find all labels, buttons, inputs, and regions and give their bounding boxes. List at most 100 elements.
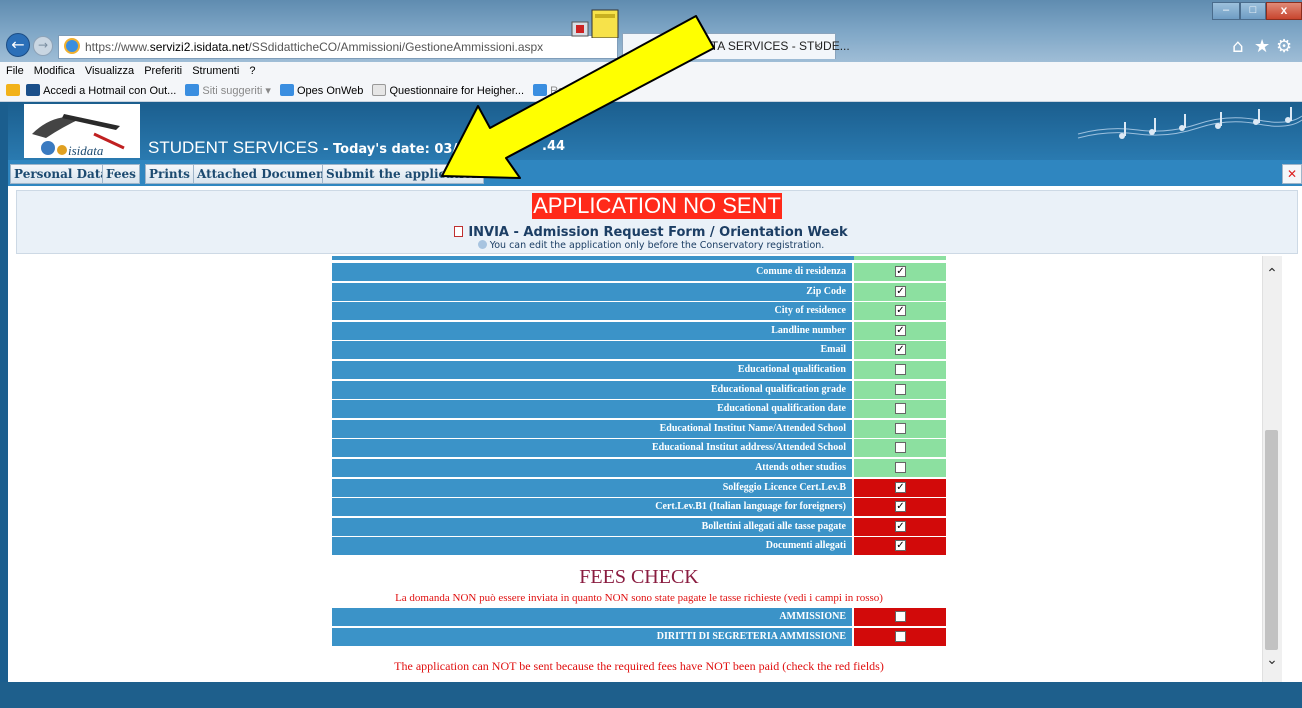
header-title-text: STUDENT SERVICES	[148, 138, 319, 157]
favorite-label: Opes OnWeb	[296, 85, 364, 97]
empty-checkbox[interactable]	[895, 403, 906, 415]
checked-checkbox[interactable]: ✓	[895, 520, 906, 532]
table-row: DIRITTI DI SEGRETERIA AMMISSIONE	[332, 628, 946, 647]
url-host: servizi2.isidata.net	[149, 40, 249, 54]
field-label: Educational qualification grade	[332, 380, 852, 399]
form-title-text: INVIA - Admission Request Form / Orienta…	[468, 225, 848, 240]
field-status-cell: ✓	[854, 537, 946, 556]
gear-icon[interactable]: ⚙	[1276, 36, 1292, 57]
field-label: Email	[332, 341, 852, 360]
table-row: Documenti allegati ✓	[332, 537, 946, 556]
checked-checkbox[interactable]: ✓	[895, 344, 906, 356]
ie-icon	[279, 84, 294, 96]
field-label: Bollettini allegati alle tasse pagate	[332, 517, 852, 536]
field-status-cell: ✓	[854, 517, 946, 536]
scroll-up-icon[interactable]: ⌃	[1262, 266, 1282, 286]
ie-icon	[64, 38, 80, 54]
empty-checkbox[interactable]	[895, 462, 906, 473]
field-status-cell: ✓	[854, 263, 946, 281]
checked-checkbox[interactable]: ✓	[895, 285, 906, 297]
tab-prints[interactable]: Prints	[145, 164, 194, 184]
table-row: Cert.Lev.B1 (Italian language for foreig…	[332, 498, 946, 517]
fees-title: FEES CHECK	[579, 566, 699, 588]
info-note: You can edit the application only before…	[0, 240, 1302, 251]
empty-checkbox[interactable]	[895, 364, 906, 375]
field-label: Educational qualification	[332, 361, 852, 379]
field-status-cell	[854, 439, 946, 458]
checked-checkbox[interactable]: ✓	[895, 305, 906, 317]
empty-checkbox[interactable]	[895, 442, 906, 454]
tab-personal-data[interactable]: Personal Data	[10, 164, 113, 184]
tab-attached-documents[interactable]: Attached Documents	[193, 164, 341, 184]
field-label: Cert.Lev.B1 (Italian language for foreig…	[332, 498, 852, 517]
clipped-row-check	[854, 256, 946, 260]
field-label: Educational qualification date	[332, 400, 852, 419]
menu-modifica[interactable]: Modifica	[34, 65, 75, 77]
field-label: DIRITTI DI SEGRETERIA AMMISSIONE	[332, 628, 852, 646]
checked-checkbox[interactable]: ✓	[895, 324, 906, 336]
field-label: Attends other studios	[332, 459, 852, 477]
checked-checkbox[interactable]: ✓	[895, 540, 906, 552]
exit-icon[interactable]: ✕	[1282, 164, 1302, 184]
menu-help[interactable]: ?	[249, 65, 255, 77]
back-arrow-icon[interactable]: ←	[6, 33, 30, 57]
scroll-down-icon[interactable]: ⌄	[1262, 652, 1282, 672]
favorites-star-icon[interactable]	[6, 84, 20, 96]
favorite-siti-suggeriti[interactable]: Siti suggeriti ▾	[185, 80, 271, 102]
menu-file[interactable]: File	[6, 65, 24, 77]
table-row: City of residence ✓	[332, 302, 946, 321]
checked-checkbox[interactable]: ✓	[895, 266, 906, 277]
maximize-button[interactable]: □	[1240, 2, 1266, 20]
favorite-opes-onweb[interactable]: Opes OnWeb	[279, 80, 364, 102]
field-status-cell: ✓	[854, 341, 946, 360]
favorite-label: Siti suggeriti ▾	[202, 85, 271, 97]
yellow-arrow-annotation	[441, 15, 715, 179]
table-row: Landline number ✓	[332, 321, 946, 341]
empty-checkbox[interactable]	[895, 611, 906, 622]
table-row: Educational Institut Name/Attended Schoo…	[332, 419, 946, 439]
field-status-cell	[854, 361, 946, 379]
info-note-text: You can edit the application only before…	[489, 240, 825, 251]
close-window-button[interactable]: x	[1266, 2, 1302, 20]
checked-checkbox[interactable]: ✓	[895, 481, 906, 493]
empty-checkbox[interactable]	[895, 383, 906, 395]
field-status-cell: ✓	[854, 478, 946, 497]
field-label: Documenti allegati	[332, 537, 852, 556]
favorite-label: Accedi a Hotmail con Out...	[43, 85, 177, 97]
minimize-button[interactable]: –	[1212, 2, 1240, 20]
menu-visualizza[interactable]: Visualizza	[85, 65, 134, 77]
table-row: Bollettini allegati alle tasse pagate ✓	[332, 517, 946, 537]
favorite-hotmail[interactable]: Accedi a Hotmail con Out...	[26, 80, 176, 102]
field-status-cell: ✓	[854, 498, 946, 517]
field-label: AMMISSIONE	[332, 608, 852, 626]
tab-close-icon[interactable]: ×	[814, 38, 822, 53]
table-row: Comune di residenza ✓	[332, 263, 946, 282]
field-status-cell	[854, 419, 946, 438]
favorites-star-icon[interactable]: ★	[1254, 36, 1270, 57]
page-left-border	[0, 102, 8, 682]
bottom-note: The application can NOT be sent because …	[394, 659, 884, 673]
checked-checkbox[interactable]: ✓	[895, 501, 906, 513]
page-icon	[372, 84, 387, 96]
tab-fees[interactable]: Fees	[102, 164, 140, 184]
menu-strumenti[interactable]: Strumenti	[192, 65, 239, 77]
music-notes-decoration	[1077, 107, 1302, 139]
field-status-cell	[854, 380, 946, 399]
table-row: Solfeggio Licence Cert.Lev.B ✓	[332, 478, 946, 498]
status-banner: APPLICATION NO SENT	[532, 193, 782, 219]
empty-checkbox[interactable]	[895, 631, 906, 642]
table-row: Attends other studios	[332, 459, 946, 478]
field-label: Landline number	[332, 321, 852, 340]
empty-checkbox[interactable]	[895, 422, 906, 434]
forward-arrow-icon[interactable]: →	[33, 36, 53, 56]
field-status-cell: ✓	[854, 282, 946, 301]
scroll-thumb[interactable]	[1265, 430, 1278, 650]
home-icon[interactable]: ⌂	[1232, 36, 1243, 57]
form-title[interactable]: INVIA - Admission Request Form / Orienta…	[0, 225, 1302, 240]
field-status-cell	[854, 459, 946, 477]
info-icon	[477, 240, 487, 249]
field-status-cell	[854, 400, 946, 419]
menu-preferiti[interactable]: Preferiti	[144, 65, 182, 77]
field-label: Zip Code	[332, 282, 852, 301]
field-status-cell: ✓	[854, 321, 946, 340]
